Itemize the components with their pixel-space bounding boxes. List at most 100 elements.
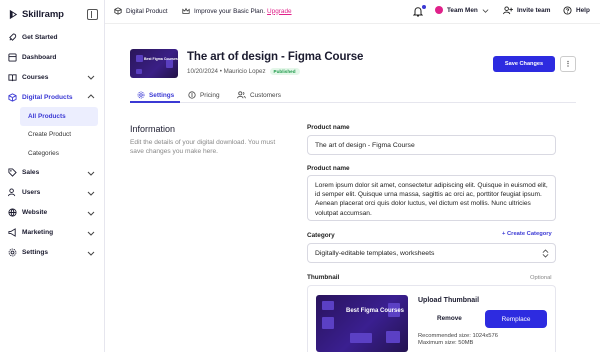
box-icon <box>8 92 17 102</box>
product-date: 10/20/2024 <box>187 68 218 75</box>
app-root: Skillramp Get Started Dashboard Courses … <box>0 0 600 352</box>
upgrade-link[interactable]: Upgrade <box>267 8 292 15</box>
thumb-shape <box>386 331 400 343</box>
thumb-shape <box>322 301 334 310</box>
sidebar-subitem-create-product[interactable]: Create Product <box>20 126 98 145</box>
sidebar-subitem-all-products[interactable]: All Products <box>20 107 98 126</box>
box-icon <box>114 7 122 15</box>
sidebar-item-label: Sales <box>22 169 40 176</box>
product-description-textarea[interactable]: Lorem ipsum dolor sit amet, consectetur … <box>307 175 556 221</box>
globe-icon <box>8 208 17 217</box>
thumbnail-label: Thumbnail <box>307 274 340 281</box>
sidebar-item-digital-products[interactable]: Digital Products <box>0 87 105 107</box>
notification-dot <box>422 5 426 9</box>
sidebar-item-label: Marketing <box>22 229 54 236</box>
logo-icon <box>9 9 18 20</box>
topbar-context: Digital Product <box>114 7 168 15</box>
thumb-shape <box>322 317 334 329</box>
page-title: The art of design - Figma Course <box>187 51 364 63</box>
upgrade-banner: Improve your Basic Plan. Upgrade <box>182 7 292 15</box>
chevron-down-icon[interactable] <box>87 209 95 217</box>
tab-label: Customers <box>250 91 281 99</box>
sidebar-item-users[interactable]: Users <box>0 183 105 203</box>
sidebar-item-label: Settings <box>22 249 49 256</box>
product-description-label: Product name <box>307 165 350 172</box>
optional-tag: Optional <box>530 275 552 281</box>
tab-label: Settings <box>149 91 175 99</box>
sidebar-item-label: Dashboard <box>22 53 57 61</box>
chevron-down-icon[interactable] <box>87 169 95 177</box>
maximum-size: Maximum size: 50MB <box>418 340 474 346</box>
avatar <box>435 6 443 14</box>
product-name-label: Product name <box>307 124 350 131</box>
chevron-down-icon[interactable] <box>87 229 95 237</box>
help-icon <box>563 6 572 15</box>
crown-icon <box>182 7 190 14</box>
product-name-value: The art of design - Figma Course <box>315 141 415 149</box>
invite-team-button[interactable]: Invite team <box>503 6 550 15</box>
tab-pricing[interactable]: Pricing <box>188 91 220 99</box>
section-heading: Information <box>130 124 176 134</box>
logo[interactable]: Skillramp <box>8 9 64 20</box>
gear-icon <box>8 248 17 257</box>
chevron-up-icon[interactable] <box>87 93 95 101</box>
dashboard-icon <box>8 52 17 62</box>
sidebar-nav: Get Started Dashboard Courses Digital Pr… <box>0 27 105 263</box>
sidebar-item-label: Courses <box>22 73 49 81</box>
chevron-down-icon <box>482 8 489 13</box>
tab-label: Pricing <box>200 91 220 99</box>
product-author: Mauricio Lopez <box>223 68 266 75</box>
users-icon <box>8 188 17 197</box>
team-switcher[interactable]: Team Men <box>435 6 489 14</box>
sidebar-item-sales[interactable]: Sales <box>0 163 105 183</box>
chevron-down-icon[interactable] <box>87 73 95 81</box>
coin-icon <box>188 91 196 99</box>
sidebar-item-website[interactable]: Website <box>0 203 105 223</box>
replace-button[interactable]: Remplace <box>485 310 547 328</box>
help-label: Help <box>576 7 590 14</box>
collapse-sidebar-icon[interactable] <box>87 9 98 20</box>
topbar-context-label: Digital Product <box>126 7 168 15</box>
tab-settings[interactable]: Settings <box>137 91 174 99</box>
thumb-shape <box>136 69 142 74</box>
logo-text: Skillramp <box>22 9 64 20</box>
invite-label: Invite team <box>517 7 551 14</box>
sidebar-item-get-started[interactable]: Get Started <box>0 27 105 47</box>
category-select[interactable]: Digitally-editable templates, worksheets <box>307 243 556 263</box>
thumb-text: Best Figma Courses <box>346 308 405 314</box>
save-changes-button[interactable]: Save Changes <box>493 56 555 72</box>
upload-requirements: Recommended size: 1024x576 Maximum size:… <box>418 333 498 347</box>
rocket-icon <box>8 32 17 42</box>
gear-icon <box>137 91 145 99</box>
users-icon <box>237 91 246 99</box>
more-options-button[interactable]: ⋮ <box>560 56 576 72</box>
sidebar-item-dashboard[interactable]: Dashboard <box>0 47 105 67</box>
category-label: Category <box>307 232 335 239</box>
category-value: Digitally-editable templates, worksheets <box>315 249 435 257</box>
create-category-link[interactable]: + Create Category <box>502 231 552 237</box>
product-name-input[interactable]: The art of design - Figma Course <box>307 135 556 155</box>
recommended-size: Recommended size: 1024x576 <box>418 333 498 339</box>
megaphone-icon <box>8 228 17 237</box>
chevron-down-icon[interactable] <box>87 189 95 197</box>
notifications-button[interactable] <box>412 5 426 17</box>
active-tab-indicator <box>130 101 180 103</box>
remove-button[interactable]: Remove <box>437 315 462 322</box>
sidebar-item-settings[interactable]: Settings <box>0 243 105 263</box>
sidebar-item-label: Website <box>22 209 48 216</box>
tab-customers[interactable]: Customers <box>237 91 281 99</box>
sidebar-item-courses[interactable]: Courses <box>0 67 105 87</box>
chevron-down-icon[interactable] <box>87 249 95 257</box>
sidebar-item-label: Digital Products <box>22 93 73 101</box>
status-badge: Published <box>269 68 300 75</box>
sidebar: Skillramp Get Started Dashboard Courses … <box>0 0 105 352</box>
section-description: Edit the details of your digital downloa… <box>130 139 276 155</box>
product-meta: 10/20/2024 • Mauricio Lopez Published <box>187 68 300 75</box>
help-button[interactable]: Help <box>563 6 590 15</box>
book-icon <box>8 73 17 82</box>
select-arrows-icon <box>542 249 549 258</box>
sidebar-item-marketing[interactable]: Marketing <box>0 223 105 243</box>
thumb-text: Best Figma Courses <box>144 57 178 61</box>
sidebar-item-label: Users <box>22 189 41 196</box>
sidebar-subitem-categories[interactable]: Categories <box>20 144 98 163</box>
